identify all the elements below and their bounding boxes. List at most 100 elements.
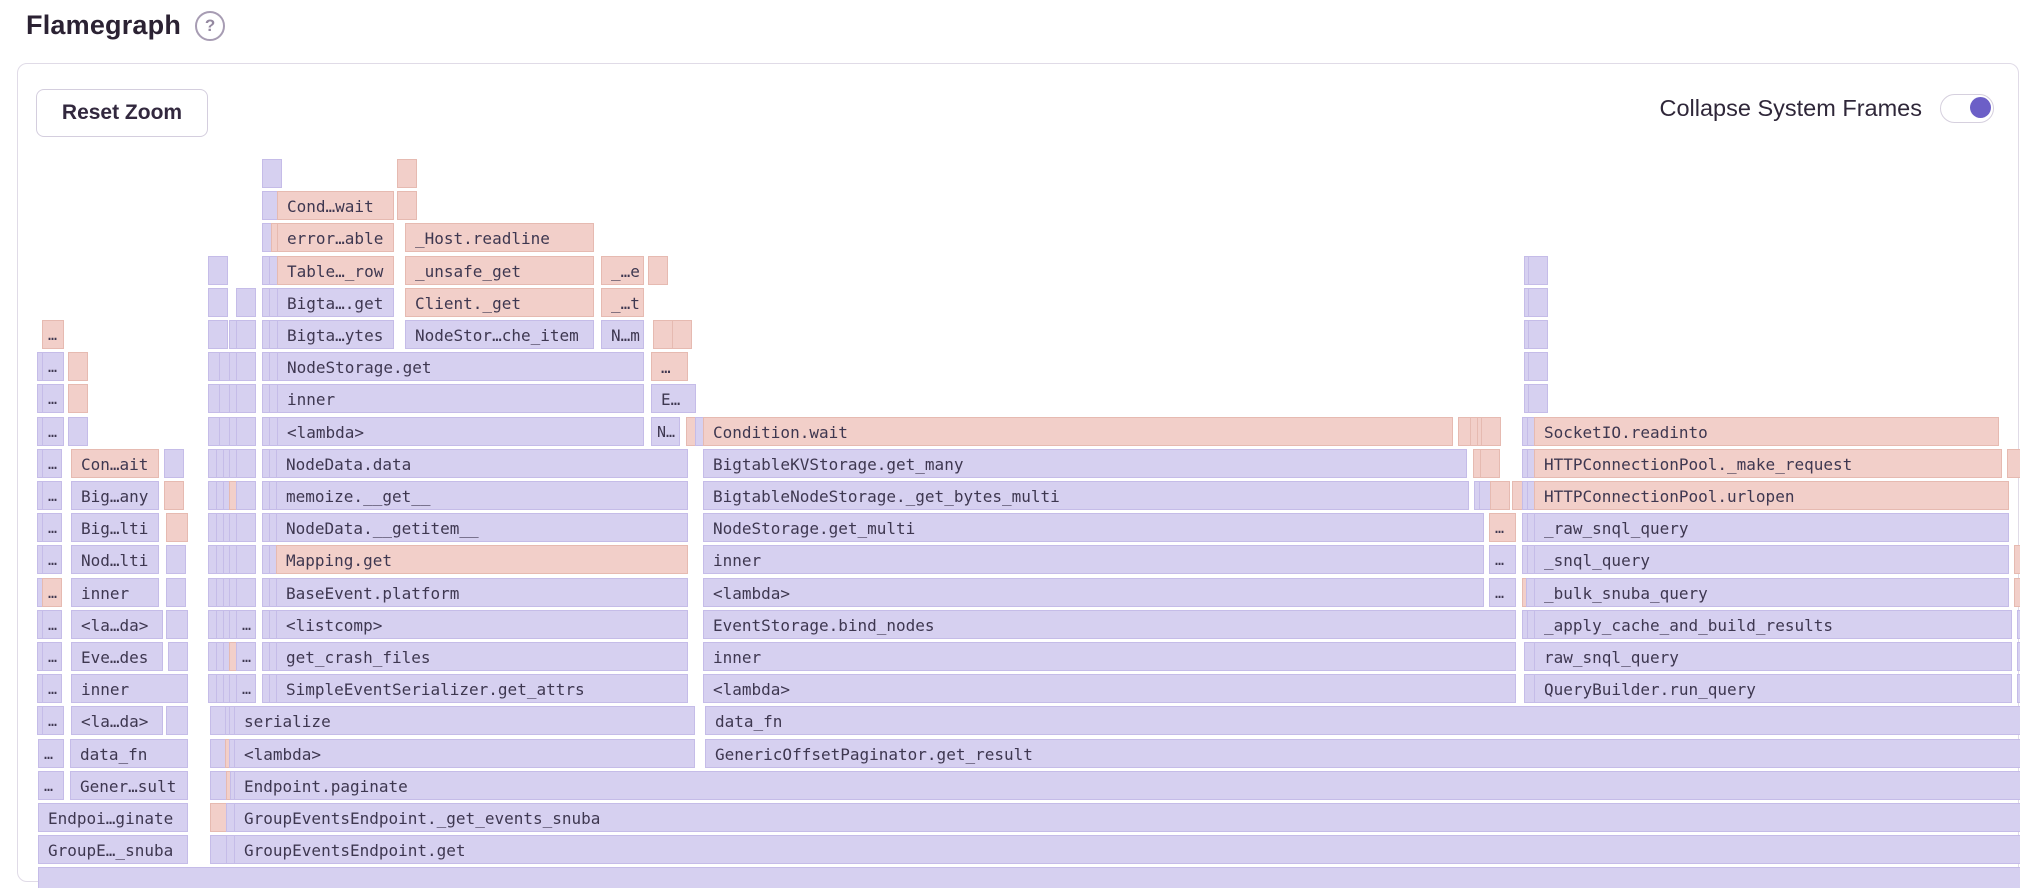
- flame-frame[interactable]: NodeStorage.get: [277, 352, 644, 381]
- flame-frame[interactable]: serialize: [234, 706, 695, 735]
- flame-frame[interactable]: inner: [71, 578, 159, 607]
- flame-frame[interactable]: Con…ait: [71, 449, 159, 478]
- flame-frame[interactable]: BigtableNodeStorage._get_bytes_multi: [703, 481, 1469, 510]
- flame-frame[interactable]: …: [42, 674, 62, 703]
- flame-frame[interactable]: [1528, 384, 1548, 413]
- flame-frame[interactable]: [653, 320, 673, 349]
- flame-frame[interactable]: …: [42, 513, 62, 542]
- flamegraph-canvas[interactable]: Cond…waiterror…able_Host.readlineTable…_…: [18, 159, 2020, 888]
- flame-frame[interactable]: data_fn: [70, 739, 188, 768]
- flame-frame[interactable]: [1490, 481, 1510, 510]
- flame-frame[interactable]: Endpoint.paginate: [234, 771, 2020, 800]
- flame-frame[interactable]: …: [42, 545, 62, 574]
- flame-frame[interactable]: …: [42, 417, 64, 446]
- flame-frame[interactable]: …: [42, 449, 62, 478]
- flame-frame[interactable]: _…e: [601, 256, 644, 285]
- flame-frame[interactable]: …: [42, 578, 62, 607]
- flame-frame[interactable]: …: [42, 481, 62, 510]
- flame-frame[interactable]: [236, 417, 256, 446]
- flame-frame[interactable]: [1528, 320, 1548, 349]
- flame-frame[interactable]: [164, 481, 184, 510]
- flame-frame[interactable]: NodeData.data: [276, 449, 688, 478]
- flame-frame[interactable]: GroupEventsEndpoint._get_events_snuba: [234, 803, 2020, 832]
- flame-frame[interactable]: <lambda>: [277, 417, 644, 446]
- flame-frame[interactable]: NodeStorage.get_multi: [703, 513, 1484, 542]
- flame-frame[interactable]: error…able: [277, 223, 394, 252]
- flame-frame[interactable]: Gener…sult: [70, 771, 188, 800]
- flame-frame[interactable]: …: [1489, 513, 1516, 542]
- flame-frame[interactable]: [648, 256, 668, 285]
- flame-frame[interactable]: …: [42, 384, 64, 413]
- help-icon[interactable]: ?: [195, 11, 225, 41]
- flame-frame[interactable]: _snql_query: [1534, 545, 2009, 574]
- flame-frame[interactable]: QueryBuilder.run_query: [1534, 674, 2012, 703]
- flame-frame[interactable]: <lambda>: [703, 578, 1484, 607]
- flame-frame[interactable]: …: [42, 642, 62, 671]
- flame-frame[interactable]: [168, 642, 188, 671]
- flame-frame[interactable]: [262, 159, 282, 188]
- flame-frame[interactable]: Bigta….get: [277, 288, 394, 317]
- flame-frame[interactable]: <lambda>: [234, 739, 695, 768]
- flame-frame[interactable]: [1480, 449, 1500, 478]
- flame-frame[interactable]: Big…any: [71, 481, 159, 510]
- flame-frame[interactable]: [166, 578, 186, 607]
- flame-frame[interactable]: [208, 256, 228, 285]
- flame-frame[interactable]: GenericOffsetPaginator.get_result: [705, 739, 2020, 768]
- flame-frame[interactable]: …: [236, 642, 256, 671]
- flame-frame[interactable]: [236, 352, 256, 381]
- flame-frame[interactable]: …: [42, 320, 64, 349]
- flame-frame[interactable]: Endpoi…ginate: [38, 803, 188, 832]
- flame-frame[interactable]: <listcomp>: [276, 610, 688, 639]
- collapse-system-frames-toggle[interactable]: [1940, 94, 1994, 123]
- flame-frame[interactable]: _…t: [601, 288, 644, 317]
- flame-frame[interactable]: [208, 288, 228, 317]
- flame-frame[interactable]: BaseEvent.platform: [276, 578, 688, 607]
- flame-frame[interactable]: NodeData.__getitem__: [276, 513, 688, 542]
- flame-frame[interactable]: [2017, 674, 2020, 703]
- flame-frame[interactable]: [68, 352, 88, 381]
- flame-frame[interactable]: Bigta…ytes: [277, 320, 394, 349]
- flame-frame[interactable]: _unsafe_get: [405, 256, 594, 285]
- flame-frame[interactable]: BigtableKVStorage.get_many: [703, 449, 1467, 478]
- flame-frame[interactable]: inner: [277, 384, 644, 413]
- flame-frame[interactable]: SocketIO.readinto: [1534, 417, 1999, 446]
- flame-frame[interactable]: [672, 320, 692, 349]
- flame-frame[interactable]: [2007, 449, 2020, 478]
- flame-frame[interactable]: [236, 320, 256, 349]
- flame-frame[interactable]: …: [236, 674, 256, 703]
- flame-frame[interactable]: inner: [703, 642, 1516, 671]
- flame-frame[interactable]: [236, 384, 256, 413]
- flame-frame[interactable]: _apply_cache_and_build_results: [1534, 610, 2012, 639]
- flame-frame[interactable]: [68, 384, 88, 413]
- flame-frame[interactable]: …: [651, 352, 688, 381]
- flame-frame[interactable]: inner: [703, 545, 1484, 574]
- flame-frame[interactable]: HTTPConnectionPool.urlopen: [1534, 481, 2009, 510]
- flame-frame[interactable]: GroupE…_snuba: [38, 835, 188, 864]
- flame-frame[interactable]: [166, 545, 186, 574]
- flame-frame[interactable]: [236, 513, 256, 542]
- flame-frame[interactable]: [2014, 545, 2020, 574]
- flame-frame[interactable]: [2017, 610, 2020, 639]
- flame-frame[interactable]: [236, 481, 256, 510]
- flame-frame[interactable]: [397, 191, 417, 220]
- flame-frame[interactable]: [38, 867, 2020, 888]
- flame-frame[interactable]: <la…da>: [71, 706, 163, 735]
- flame-frame[interactable]: memoize.__get__: [276, 481, 688, 510]
- flame-frame[interactable]: Client._get: [405, 288, 594, 317]
- flame-frame[interactable]: GroupEventsEndpoint.get: [234, 835, 2020, 864]
- flame-frame[interactable]: raw_snql_query: [1534, 642, 2012, 671]
- flame-frame[interactable]: …: [42, 352, 64, 381]
- flame-frame[interactable]: …: [1489, 578, 1516, 607]
- flame-frame[interactable]: [1481, 417, 1501, 446]
- flame-frame[interactable]: [236, 545, 256, 574]
- flame-frame[interactable]: …: [236, 610, 256, 639]
- reset-zoom-button[interactable]: Reset Zoom: [36, 89, 208, 137]
- flame-frame[interactable]: …: [42, 706, 64, 735]
- flame-frame[interactable]: [166, 513, 188, 542]
- flame-frame[interactable]: NodeStor…che_item: [405, 320, 594, 349]
- flame-frame[interactable]: <lambda>: [703, 674, 1516, 703]
- flame-frame[interactable]: EventStorage.bind_nodes: [703, 610, 1516, 639]
- flame-frame[interactable]: Condition.wait: [703, 417, 1453, 446]
- flame-frame[interactable]: [1528, 352, 1548, 381]
- flame-frame[interactable]: [236, 288, 256, 317]
